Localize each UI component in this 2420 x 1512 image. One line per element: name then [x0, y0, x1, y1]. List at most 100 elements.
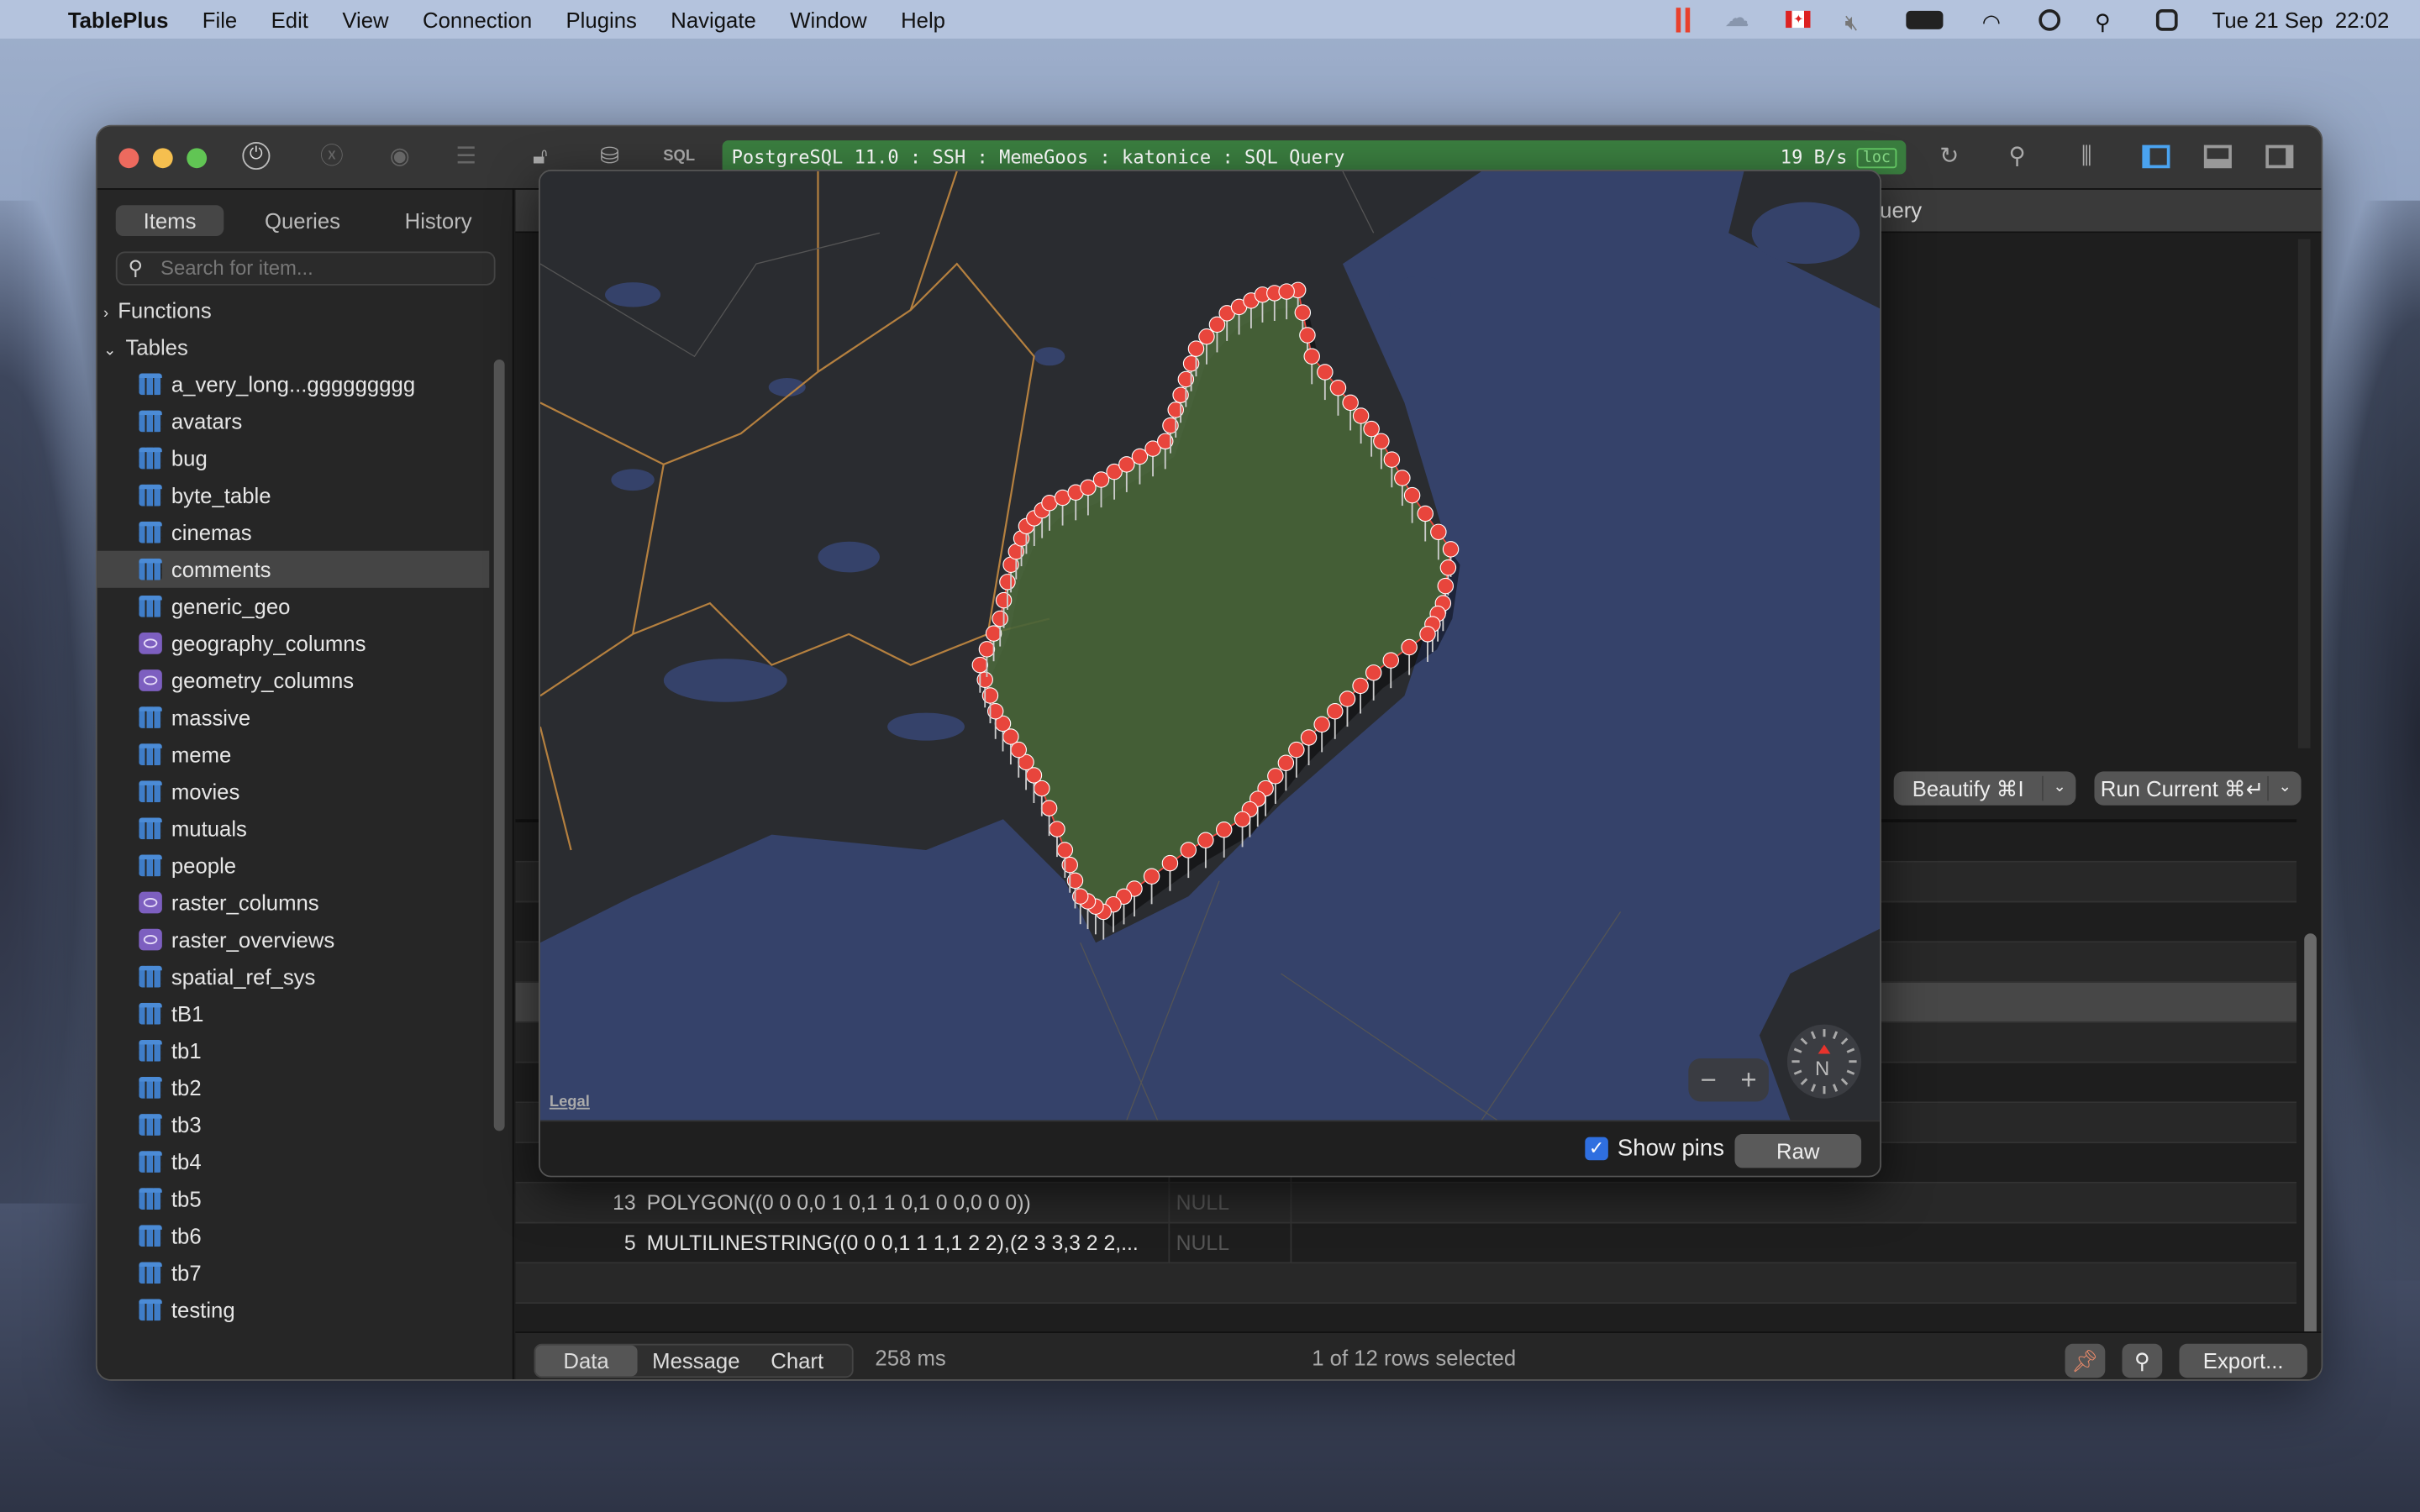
- sidebar-item-bug[interactable]: bug: [97, 439, 490, 476]
- export-button[interactable]: Export...: [2179, 1343, 2307, 1378]
- sidebar-item-tb5[interactable]: tb5: [97, 1180, 490, 1217]
- menu-help[interactable]: Help: [901, 7, 945, 31]
- map-footer: ✓ Show pins Raw: [539, 1120, 1881, 1176]
- menu-plugins[interactable]: Plugins: [566, 7, 637, 31]
- user-icon[interactable]: [2039, 8, 2061, 30]
- menu-view[interactable]: View: [342, 7, 388, 31]
- sidebar-item-meme[interactable]: meme: [97, 736, 490, 773]
- sidebar-item-tb1[interactable]: tB1: [97, 995, 490, 1032]
- sidebar-scrollbar[interactable]: [493, 359, 505, 1131]
- menu-navigate[interactable]: Navigate: [671, 7, 756, 31]
- chevron-down-icon: ⌄: [103, 342, 117, 360]
- sidebar-item-byte-table[interactable]: byte_table: [97, 477, 490, 514]
- group-tables[interactable]: ⌄ Tables: [103, 328, 188, 365]
- show-pins-label[interactable]: Show pins: [1618, 1136, 1724, 1162]
- toggle-right-panel-icon[interactable]: [2265, 144, 2294, 169]
- battery-charging-icon[interactable]: [1906, 9, 1944, 29]
- sidebar-item-label: byte_table: [171, 482, 271, 508]
- refresh-icon[interactable]: ↻: [1933, 142, 1966, 173]
- tab-history[interactable]: History: [384, 205, 492, 236]
- tab-message[interactable]: Message: [637, 1346, 755, 1377]
- control-center-icon[interactable]: [2156, 8, 2179, 30]
- toggle-left-panel-icon[interactable]: [2142, 144, 2170, 169]
- search-input[interactable]: ⚲ Search for item...: [115, 251, 496, 286]
- tab-items[interactable]: Items: [115, 205, 224, 237]
- menu-connection[interactable]: Connection: [423, 7, 532, 31]
- zoom-window-button[interactable]: [187, 148, 208, 169]
- sidebar-item-movies[interactable]: movies: [97, 773, 490, 810]
- menu-file[interactable]: File: [203, 7, 237, 31]
- pause-icon[interactable]: [1676, 7, 1691, 32]
- group-tables-label: Tables: [125, 334, 188, 360]
- clock[interactable]: Tue 21 Sep 22:02: [2212, 7, 2390, 31]
- wifi-icon[interactable]: ◠: [1977, 8, 2005, 33]
- unlock-icon[interactable]: 🔓︎: [523, 142, 557, 173]
- menu-edit[interactable]: Edit: [271, 7, 308, 31]
- sidebar-item-avatars[interactable]: avatars: [97, 402, 490, 439]
- group-functions[interactable]: › Functions: [103, 291, 212, 328]
- sidebar-item-people[interactable]: people: [97, 847, 490, 884]
- sidebar-item-mutuals[interactable]: mutuals: [97, 810, 490, 847]
- sidebar-item-tb7[interactable]: tb7: [97, 1254, 490, 1291]
- pin-icon[interactable]: 📌︎: [2065, 1343, 2106, 1378]
- run-current-button[interactable]: Run Current ⌘↵ ⌄: [2094, 771, 2302, 806]
- tab-chart[interactable]: Chart: [755, 1346, 839, 1377]
- cloud-icon[interactable]: ☁: [1724, 6, 1752, 30]
- beautify-button[interactable]: Beautify ⌘I ⌄: [1893, 771, 2076, 806]
- stop-icon[interactable]: ⓧ: [315, 142, 349, 173]
- geometry-map-popover: Legal − + N ✓ Show pins Raw: [539, 170, 1881, 1178]
- sql-button[interactable]: SQL: [659, 142, 699, 173]
- preview-eye-icon[interactable]: ◉: [383, 142, 417, 173]
- commit-icon[interactable]: ☰: [449, 142, 482, 173]
- minimize-window-button[interactable]: [152, 148, 173, 169]
- sidebar-item-generic-geo[interactable]: generic_geo: [97, 588, 490, 625]
- search-icon[interactable]: ⚲: [2122, 1343, 2163, 1378]
- sidebar-item-tb3[interactable]: tb3: [97, 1106, 490, 1143]
- sidebar-item-tb6[interactable]: tb6: [97, 1217, 490, 1254]
- query-tab[interactable]: uery: [1880, 197, 1922, 222]
- menu-window[interactable]: Window: [790, 7, 866, 31]
- table-icon: [139, 817, 162, 840]
- sidebar-item-label: spatial_ref_sys: [171, 963, 316, 990]
- sidebar-item-geography-columns[interactable]: geography_columns: [97, 625, 490, 662]
- sidebar-item-tb4[interactable]: tb4: [97, 1143, 490, 1180]
- spotlight-icon[interactable]: ⚲: [2095, 8, 2123, 33]
- canada-flag-icon[interactable]: ✦: [1786, 10, 1812, 29]
- columns-icon[interactable]: ⫼: [2070, 142, 2103, 173]
- chevron-down-icon[interactable]: ⌄: [2041, 775, 2075, 801]
- table-icon: [139, 1114, 162, 1136]
- sidebar-item-cinemas[interactable]: cinemas: [97, 514, 490, 551]
- sidebar-item-geometry-columns[interactable]: geometry_columns: [97, 662, 490, 699]
- toggle-bottom-panel-icon[interactable]: [2203, 144, 2232, 169]
- editor-scrollbar[interactable]: [2297, 239, 2311, 748]
- sidebar-item-testing[interactable]: testing: [97, 1291, 490, 1328]
- mute-icon[interactable]: 🔇︎: [1844, 8, 1872, 33]
- results-scrollbar[interactable]: [2304, 933, 2317, 1353]
- chevron-down-icon[interactable]: ⌄: [2267, 775, 2301, 801]
- compass-icon[interactable]: N: [1786, 1024, 1862, 1099]
- tab-queries[interactable]: Queries: [249, 205, 357, 236]
- table-row[interactable]: 13 POLYGON((0 0 0,0 1 0,1 1 0,1 0 0,0 0 0…: [515, 1183, 2297, 1224]
- tab-data[interactable]: Data: [535, 1345, 637, 1377]
- sidebar-item-raster-columns[interactable]: raster_columns: [97, 884, 490, 921]
- table-row[interactable]: [515, 1263, 2297, 1305]
- sidebar-item-raster-overviews[interactable]: raster_overviews: [97, 921, 490, 958]
- sidebar-item-massive[interactable]: massive: [97, 699, 490, 736]
- show-pins-checkbox[interactable]: ✓: [1585, 1137, 1608, 1161]
- table-row[interactable]: 5 MULTILINESTRING((0 0 0,1 1 1,1 2 2),(2 …: [515, 1223, 2297, 1264]
- zoom-out-button[interactable]: −: [1701, 1063, 1717, 1096]
- search-icon[interactable]: ⚲: [2000, 142, 2033, 173]
- sidebar-item-spatial-ref-sys[interactable]: spatial_ref_sys: [97, 958, 490, 995]
- sidebar-item-tb2[interactable]: tb2: [97, 1069, 490, 1106]
- sidebar-item-tb1[interactable]: tb1: [97, 1032, 490, 1069]
- sidebar-item-a-very-long-ggggggggg[interactable]: a_very_long...ggggggggg: [97, 365, 490, 402]
- menu-app-name[interactable]: TablePlus: [68, 7, 169, 31]
- database-icon[interactable]: ⛁: [592, 142, 626, 173]
- legal-link[interactable]: Legal: [550, 1094, 590, 1110]
- map-view[interactable]: [539, 171, 1881, 1121]
- connection-plug-icon[interactable]: ⏻: [242, 141, 271, 171]
- sidebar-item-comments[interactable]: comments: [97, 550, 490, 588]
- raw-button[interactable]: Raw: [1734, 1133, 1862, 1168]
- close-window-button[interactable]: [118, 148, 139, 169]
- zoom-in-button[interactable]: +: [1740, 1063, 1756, 1096]
